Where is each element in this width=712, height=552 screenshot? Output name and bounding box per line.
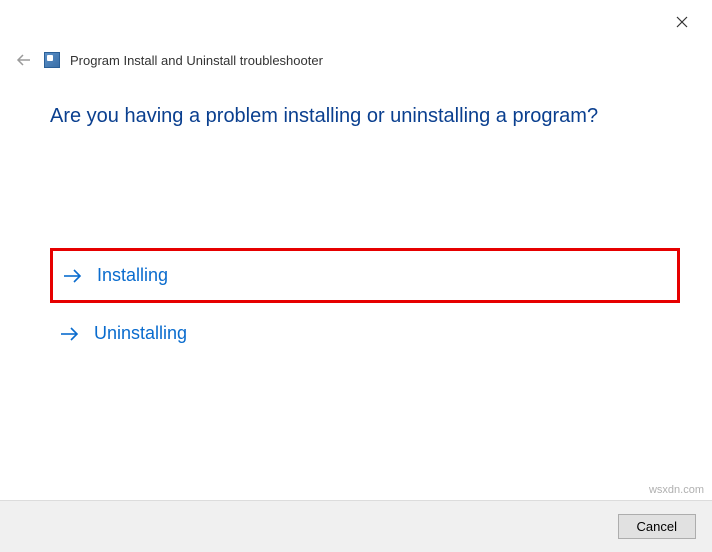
watermark: wsxdn.com: [649, 484, 704, 496]
option-label: Installing: [97, 265, 168, 286]
window-title: Program Install and Uninstall troublesho…: [70, 53, 323, 68]
option-label: Uninstalling: [94, 323, 187, 344]
arrow-left-icon: [16, 52, 32, 68]
back-button[interactable]: [14, 50, 34, 70]
footer-bar: Cancel: [0, 500, 712, 552]
option-uninstalling[interactable]: Uninstalling: [50, 309, 680, 358]
arrow-right-icon: [63, 268, 83, 284]
close-icon: [676, 16, 688, 28]
troubleshooter-icon: [44, 52, 60, 68]
arrow-right-icon: [60, 326, 80, 342]
close-button[interactable]: [670, 10, 694, 34]
header-bar: Program Install and Uninstall troublesho…: [14, 50, 323, 70]
main-content: Are you having a problem installing or u…: [50, 105, 682, 358]
cancel-button[interactable]: Cancel: [618, 514, 696, 539]
option-installing[interactable]: Installing: [50, 248, 680, 303]
question-heading: Are you having a problem installing or u…: [50, 105, 682, 128]
